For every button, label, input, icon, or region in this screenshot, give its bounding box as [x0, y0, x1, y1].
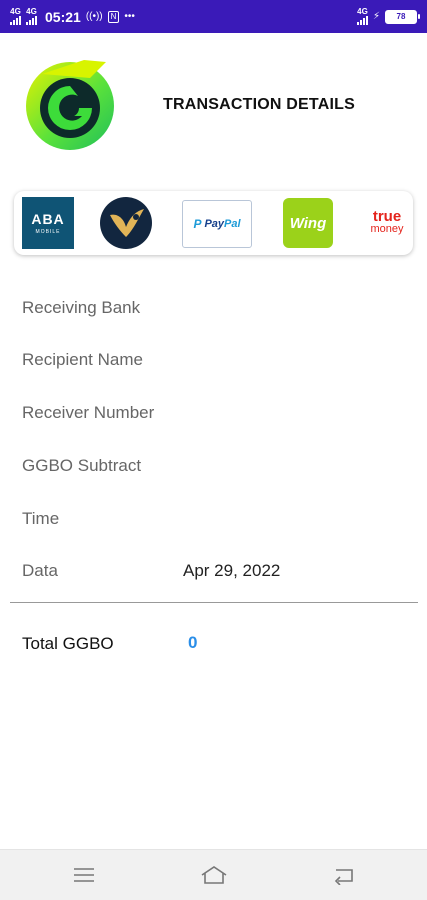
ggbo-subtract-row: GGBO Subtract [22, 456, 412, 480]
hotspot-icon: ((•)) [85, 11, 103, 22]
status-right: 4G ⚡ 78 [356, 8, 420, 25]
aba-logo[interactable]: ABA MOBILE [22, 197, 74, 249]
nfc-icon: N [107, 10, 120, 23]
total-label: Total GGBO [22, 634, 114, 653]
divider [10, 602, 418, 603]
charging-icon: ⚡ [372, 11, 380, 22]
system-nav-bar [0, 849, 427, 900]
paypal-logo[interactable]: P PayPal [182, 200, 252, 248]
status-bar: 4G 4G 05:21 ((•)) N ••• 4G ⚡ 78 [0, 0, 427, 33]
ggbo-logo-icon [26, 60, 114, 150]
total-value: 0 [188, 633, 198, 652]
time-label: Time [22, 509, 60, 528]
truemoney-logo[interactable]: true money [362, 197, 412, 249]
recipient-name-label: Recipient Name [22, 350, 143, 369]
paypal-icon: P [193, 217, 202, 231]
back-icon[interactable] [332, 865, 356, 885]
ggbo-subtract-label: GGBO Subtract [22, 456, 142, 475]
signal-icon-2: 4G [26, 8, 37, 25]
wing-logo[interactable]: Wing [283, 198, 333, 248]
receiver-number-label: Receiver Number [22, 403, 155, 422]
time-row: Time [22, 509, 412, 533]
data-value: Apr 29, 2022 [183, 561, 281, 580]
bird-bank-logo[interactable] [100, 197, 152, 249]
data-row: Data Apr 29, 2022 [22, 561, 412, 585]
page-title: TRANSACTION DETAILS [163, 96, 355, 113]
status-left: 4G 4G 05:21 ((•)) N ••• [10, 8, 135, 25]
battery-icon: 78 [385, 9, 420, 24]
payment-provider-strip[interactable]: ABA MOBILE P PayPal Wing true money [14, 191, 413, 255]
signal-icon-3: 4G [356, 8, 368, 25]
receiving-bank-row: Receiving Bank [22, 298, 412, 322]
receiver-number-row: Receiver Number [22, 403, 412, 427]
data-label: Data [22, 561, 58, 580]
menu-icon[interactable] [72, 865, 96, 885]
more-notifications-icon: ••• [124, 11, 135, 22]
signal-icon-1: 4G [10, 8, 21, 25]
home-icon[interactable] [200, 865, 228, 885]
status-time: 05:21 [45, 8, 81, 25]
recipient-name-row: Recipient Name [22, 350, 412, 374]
receiving-bank-label: Receiving Bank [22, 298, 141, 317]
